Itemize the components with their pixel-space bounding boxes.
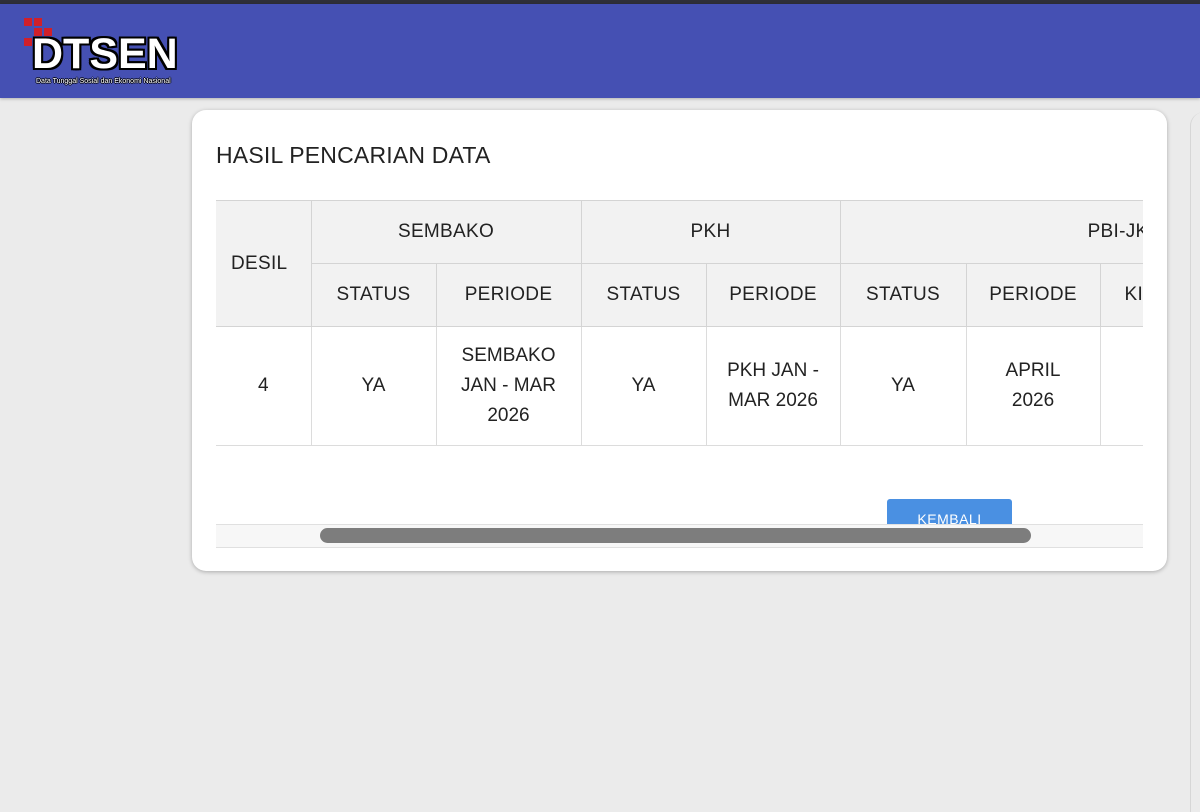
cell-sembako-periode: SEMBAKO JAN - MAR 2026 bbox=[436, 326, 582, 446]
column-header-pbi-periode: PERIODE bbox=[966, 263, 1101, 327]
cell-sembako-status: YA bbox=[311, 326, 437, 446]
column-header-pkh-status: STATUS bbox=[581, 263, 707, 327]
results-table: DESIL SEMBAKO PKH PBI-JK STATUS PERIODE … bbox=[216, 200, 1143, 446]
cell-pbi-status: YA bbox=[840, 326, 967, 446]
column-header-desil: DESIL bbox=[216, 200, 312, 327]
app-header: DTSEN Data Tunggal Sosial dan Ekonomi Na… bbox=[0, 4, 1200, 98]
page-title: HASIL PENCARIAN DATA bbox=[216, 142, 491, 168]
column-header-sembako-status: STATUS bbox=[311, 263, 437, 327]
logo-subtitle: Data Tunggal Sosial dan Ekonomi Nasional bbox=[36, 78, 171, 85]
horizontal-scrollbar-thumb[interactable] bbox=[320, 528, 1031, 543]
group-header-pkh: PKH bbox=[581, 200, 841, 264]
column-header-sembako-periode: PERIODE bbox=[436, 263, 582, 327]
group-header-sembako: SEMBAKO bbox=[311, 200, 582, 264]
column-header-pbi-status: STATUS bbox=[840, 263, 967, 327]
group-header-pbi-jk: PBI-JK bbox=[840, 200, 1143, 264]
cell-pkh-status: YA bbox=[581, 326, 707, 446]
cell-desil: 4 bbox=[216, 326, 312, 446]
column-header-pkh-periode: PERIODE bbox=[706, 263, 841, 327]
results-table-scroll-area[interactable]: DESIL SEMBAKO PKH PBI-JK STATUS PERIODE … bbox=[216, 200, 1143, 546]
group-header-pbi-jk-label: PBI-JK bbox=[1087, 221, 1143, 242]
cell-pkh-periode: PKH JAN - MAR 2026 bbox=[706, 326, 841, 446]
logo-text: DTSEN bbox=[32, 30, 178, 78]
result-card: HASIL PENCARIAN DATA DESIL SEMBAKO PKH P… bbox=[192, 110, 1167, 571]
column-header-pbi-ki: KI bbox=[1100, 263, 1143, 327]
table-row: 4 YA SEMBAKO JAN - MAR 2026 YA PKH JAN -… bbox=[216, 326, 1143, 446]
cell-pbi-periode: APRIL 2026 bbox=[966, 326, 1101, 446]
cell-pbi-ki bbox=[1100, 326, 1143, 446]
dtsen-logo[interactable]: DTSEN Data Tunggal Sosial dan Ekonomi Na… bbox=[24, 18, 194, 88]
adjacent-panel-edge bbox=[1190, 112, 1200, 812]
